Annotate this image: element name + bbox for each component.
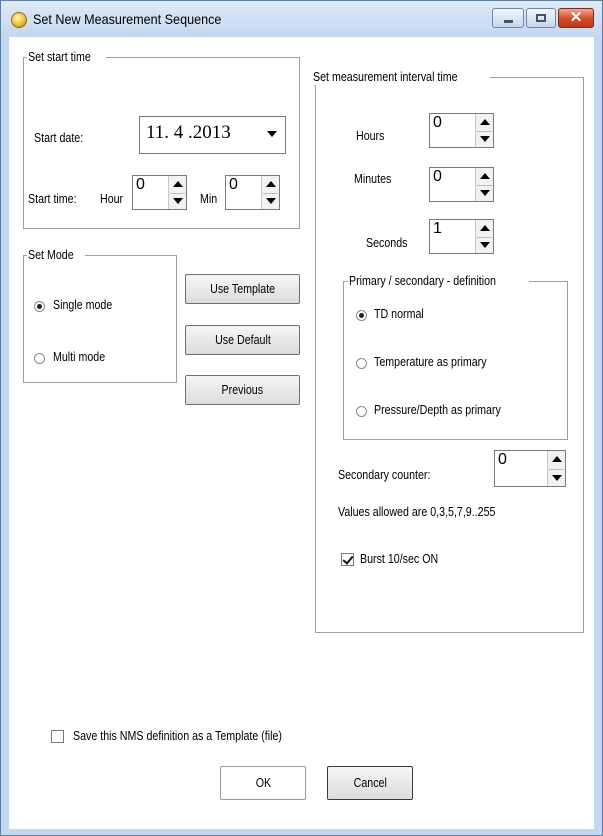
spin-up-icon[interactable] [480, 119, 490, 125]
secondary-counter-label: Secondary counter: [338, 467, 431, 482]
hour-value: 0 [136, 176, 145, 193]
secondary-counter-stepper[interactable]: 0 [494, 450, 566, 487]
dialog-window: Set New Measurement Sequence ✕ Set start… [0, 0, 603, 836]
close-button[interactable]: ✕ [558, 8, 594, 28]
burst-label: Burst 10/sec ON [360, 551, 439, 566]
start-date-label: Start date: [34, 130, 84, 145]
dialog-content: Set start time Start date: 11. 4 .2013 S… [9, 37, 594, 829]
cancel-button[interactable]: Cancel [327, 766, 413, 800]
spin-up-icon[interactable] [266, 181, 276, 187]
maximize-button[interactable] [526, 8, 556, 28]
minutes-stepper[interactable]: 0 [429, 167, 494, 202]
app-icon [11, 12, 27, 28]
window-title: Set New Measurement Sequence [33, 11, 222, 27]
save-template-label: Save this NMS definition as a Template (… [73, 728, 282, 743]
start-date-picker[interactable]: 11. 4 .2013 [139, 116, 286, 154]
interval-group-label: Set measurement interval time [313, 69, 458, 84]
hour-label: Hour [100, 191, 124, 206]
td-normal-radio[interactable] [356, 310, 367, 321]
mode-group: Set Mode Single mode Multi mode [23, 247, 177, 383]
minimize-button[interactable] [492, 8, 524, 28]
secondary-counter-value: 0 [498, 451, 507, 468]
temperature-primary-label: Temperature as primary [374, 354, 487, 369]
hours-stepper[interactable]: 0 [429, 113, 494, 148]
allowed-values-text: Values allowed are 0,3,5,7,9..255 [338, 504, 496, 519]
spin-down-icon[interactable] [480, 136, 490, 142]
title-bar[interactable]: Set New Measurement Sequence ✕ [1, 1, 602, 37]
spin-up-icon[interactable] [173, 181, 183, 187]
start-time-group-label: Set start time [28, 49, 91, 64]
ok-button[interactable]: OK [220, 766, 306, 800]
single-mode-radio[interactable] [34, 301, 45, 312]
primary-secondary-group: Primary / secondary - definition TD norm… [343, 273, 568, 440]
temperature-primary-radio[interactable] [356, 358, 367, 369]
hours-label: Hours [356, 128, 385, 143]
single-mode-label: Single mode [53, 297, 113, 312]
td-normal-label: TD normal [374, 306, 424, 321]
seconds-stepper[interactable]: 1 [429, 219, 494, 254]
previous-button[interactable]: Previous [185, 375, 300, 405]
minutes-label: Minutes [354, 171, 392, 186]
hour-stepper[interactable]: 0 [132, 175, 187, 210]
start-date-value: 11. 4 .2013 [146, 122, 231, 143]
multi-mode-label: Multi mode [53, 349, 106, 364]
start-time-group: Set start time Start date: 11. 4 .2013 S… [23, 49, 300, 229]
spin-down-icon[interactable] [173, 198, 183, 204]
mode-group-label: Set Mode [28, 247, 74, 262]
burst-checkbox[interactable] [341, 553, 354, 566]
interval-group: Set measurement interval time Hours 0 Mi… [312, 69, 584, 633]
min-stepper[interactable]: 0 [225, 175, 280, 210]
spin-down-icon[interactable] [480, 190, 490, 196]
spin-up-icon[interactable] [552, 456, 562, 462]
dropdown-arrow-icon[interactable] [261, 119, 283, 151]
seconds-label: Seconds [366, 235, 408, 250]
min-value: 0 [229, 176, 238, 193]
close-icon: ✕ [569, 9, 583, 26]
spin-down-icon[interactable] [266, 198, 276, 204]
primary-secondary-label: Primary / secondary - definition [349, 273, 496, 288]
start-time-label: Start time: [28, 191, 77, 206]
spin-down-icon[interactable] [480, 242, 490, 248]
min-label: Min [200, 191, 218, 206]
use-default-button[interactable]: Use Default [185, 325, 300, 355]
save-template-checkbox[interactable] [51, 730, 64, 743]
minutes-value: 0 [433, 168, 442, 185]
pressure-primary-label: Pressure/Depth as primary [374, 402, 501, 417]
use-template-button[interactable]: Use Template [185, 274, 300, 304]
spin-down-icon[interactable] [552, 475, 562, 481]
spin-up-icon[interactable] [480, 173, 490, 179]
multi-mode-radio[interactable] [34, 353, 45, 364]
pressure-primary-radio[interactable] [356, 406, 367, 417]
spin-up-icon[interactable] [480, 225, 490, 231]
seconds-value: 1 [433, 220, 442, 237]
hours-value: 0 [433, 114, 442, 131]
